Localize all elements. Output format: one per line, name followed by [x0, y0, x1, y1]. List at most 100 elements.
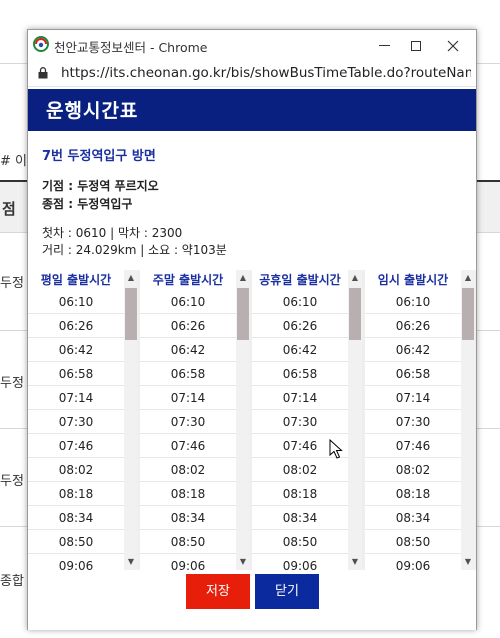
scrollbar-thumb[interactable] [349, 288, 361, 340]
time-row: 08:50 [28, 530, 124, 554]
time-row: 08:18 [140, 482, 236, 506]
time-row: 08:18 [252, 482, 348, 506]
time-row: 06:10 [252, 290, 348, 314]
time-row: 06:42 [365, 338, 461, 362]
timetable-header: 운행시간표 [28, 89, 476, 131]
time-row: 08:50 [140, 530, 236, 554]
time-row: 08:02 [28, 458, 124, 482]
page-title: 운행시간표 [46, 100, 139, 122]
scroll-down-arrow-icon[interactable]: ▼ [348, 554, 362, 570]
origin-stop: 기점 : 두정역 푸르지오 [42, 179, 159, 193]
close-window-button[interactable] [431, 30, 475, 61]
address-bar[interactable]: https://its.cheonan.go.kr/bis/showBusTim… [28, 61, 476, 87]
bg-divider [476, 330, 500, 331]
bg-table-header-right [476, 180, 500, 232]
route-direction: 7번 두정역입구 방면 [42, 149, 156, 164]
time-row: 08:34 [365, 506, 461, 530]
time-row: 08:02 [252, 458, 348, 482]
title-bar: 천안교통정보센터 - Chrome [28, 30, 476, 61]
bg-divider [0, 526, 28, 527]
time-row: 07:30 [140, 410, 236, 434]
time-row: 07:14 [365, 386, 461, 410]
scrollbar-thumb[interactable] [237, 288, 249, 340]
time-list[interactable]: 06:10 06:26 06:42 06:58 07:14 07:30 07:46 08:02… [28, 290, 124, 570]
time-row: 06:26 [252, 314, 348, 338]
time-row: 06:26 [365, 314, 461, 338]
bg-divider [476, 232, 500, 233]
window-title: 천안교통정보센터 - Chrome [54, 40, 208, 55]
time-row: 07:30 [28, 410, 124, 434]
time-row: 07:30 [365, 410, 461, 434]
time-list[interactable]: 06:10 06:26 06:42 06:58 07:14 07:30 07:46 08:02… [140, 290, 236, 570]
scrollbar[interactable]: ▲ ▼ [236, 270, 250, 570]
scrollbar[interactable]: ▲ ▼ [461, 270, 475, 570]
save-button[interactable]: 저장 [186, 574, 250, 609]
holiday-timetable: 공휴일 출발시간 06:10 06:26 06:42 06:58 07:14 07:30 0… [252, 270, 362, 570]
scroll-down-arrow-icon[interactable]: ▼ [461, 554, 475, 570]
time-row: 06:42 [28, 338, 124, 362]
bg-fragment: 두정 [0, 276, 24, 291]
time-row: 08:02 [365, 458, 461, 482]
weekend-timetable: 주말 출발시간 06:10 06:26 06:42 06:58 07:14 07:30 07… [140, 270, 250, 570]
scroll-down-arrow-icon[interactable]: ▼ [236, 554, 250, 570]
time-row: 07:46 [28, 434, 124, 458]
time-row: 08:18 [28, 482, 124, 506]
time-row: 08:50 [365, 530, 461, 554]
time-row: 08:50 [252, 530, 348, 554]
scroll-up-arrow-icon[interactable]: ▲ [236, 270, 250, 286]
bg-divider [0, 232, 28, 233]
time-row: 09:06 [28, 554, 124, 570]
scrollbar-thumb[interactable] [462, 288, 474, 340]
time-row: 07:30 [252, 410, 348, 434]
scrollbar[interactable]: ▲ ▼ [348, 270, 362, 570]
url-text[interactable]: https://its.cheonan.go.kr/bis/showBusTim… [61, 65, 471, 81]
close-button[interactable]: 닫기 [255, 574, 319, 609]
bg-divider [0, 428, 28, 429]
route-info: 7번 두정역입구 방면 기점 : 두정역 푸르지오 종점 : 두정역입구 첫차 … [28, 131, 476, 283]
scroll-up-arrow-icon[interactable]: ▲ [461, 270, 475, 286]
time-row: 06:26 [140, 314, 236, 338]
time-row: 08:02 [140, 458, 236, 482]
lock-icon [38, 67, 48, 79]
time-row: 08:34 [252, 506, 348, 530]
close-icon [447, 40, 459, 51]
time-row: 07:46 [365, 434, 461, 458]
site-favicon-icon [33, 36, 49, 52]
time-list[interactable]: 06:10 06:26 06:42 06:58 07:14 07:30 07:46 08:02… [252, 290, 348, 570]
time-row: 07:14 [140, 386, 236, 410]
mouse-cursor-icon [329, 439, 343, 459]
bg-divider [476, 526, 500, 527]
time-row: 06:58 [140, 362, 236, 386]
time-row: 06:58 [252, 362, 348, 386]
time-row: 06:42 [140, 338, 236, 362]
column-header: 공휴일 출발시간 [252, 270, 348, 290]
time-row: 07:46 [140, 434, 236, 458]
page: # 이 점 두정 두정 두정 종합 천안교통정보센터 - Chrome http… [0, 0, 500, 638]
bg-fragment: # 이 [0, 154, 27, 169]
time-row: 06:10 [140, 290, 236, 314]
scroll-up-arrow-icon[interactable]: ▲ [348, 270, 362, 286]
bg-divider [0, 330, 28, 331]
bg-fragment: 종합 [0, 574, 24, 589]
time-row: 06:10 [28, 290, 124, 314]
time-list[interactable]: 06:10 06:26 06:42 06:58 07:14 07:30 07:46 08:02… [365, 290, 461, 570]
temporary-timetable: 임시 출발시간 06:10 06:26 06:42 06:58 07:14 07:30 07… [365, 270, 475, 570]
scroll-up-arrow-icon[interactable]: ▲ [124, 270, 138, 286]
time-row: 06:10 [365, 290, 461, 314]
column-header: 주말 출발시간 [140, 270, 236, 290]
column-header: 임시 출발시간 [365, 270, 461, 290]
bg-fragment: 점 [2, 200, 16, 218]
weekday-timetable: 평일 출발시간 06:10 06:26 06:42 06:58 07:14 07:30 07… [28, 270, 138, 570]
button-row: 저장 닫기 [28, 570, 476, 630]
time-row: 09:06 [252, 554, 348, 570]
scrollbar-thumb[interactable] [125, 288, 137, 340]
bg-divider [476, 428, 500, 429]
popup-window: 천안교통정보센터 - Chrome https://its.cheonan.go… [27, 29, 477, 630]
terminus-stop: 종점 : 두정역입구 [42, 197, 133, 211]
time-row: 07:14 [252, 386, 348, 410]
scrollbar[interactable]: ▲ ▼ [124, 270, 138, 570]
time-row: 06:42 [252, 338, 348, 362]
time-row: 08:18 [365, 482, 461, 506]
maximize-icon [411, 40, 421, 51]
scroll-down-arrow-icon[interactable]: ▼ [124, 554, 138, 570]
